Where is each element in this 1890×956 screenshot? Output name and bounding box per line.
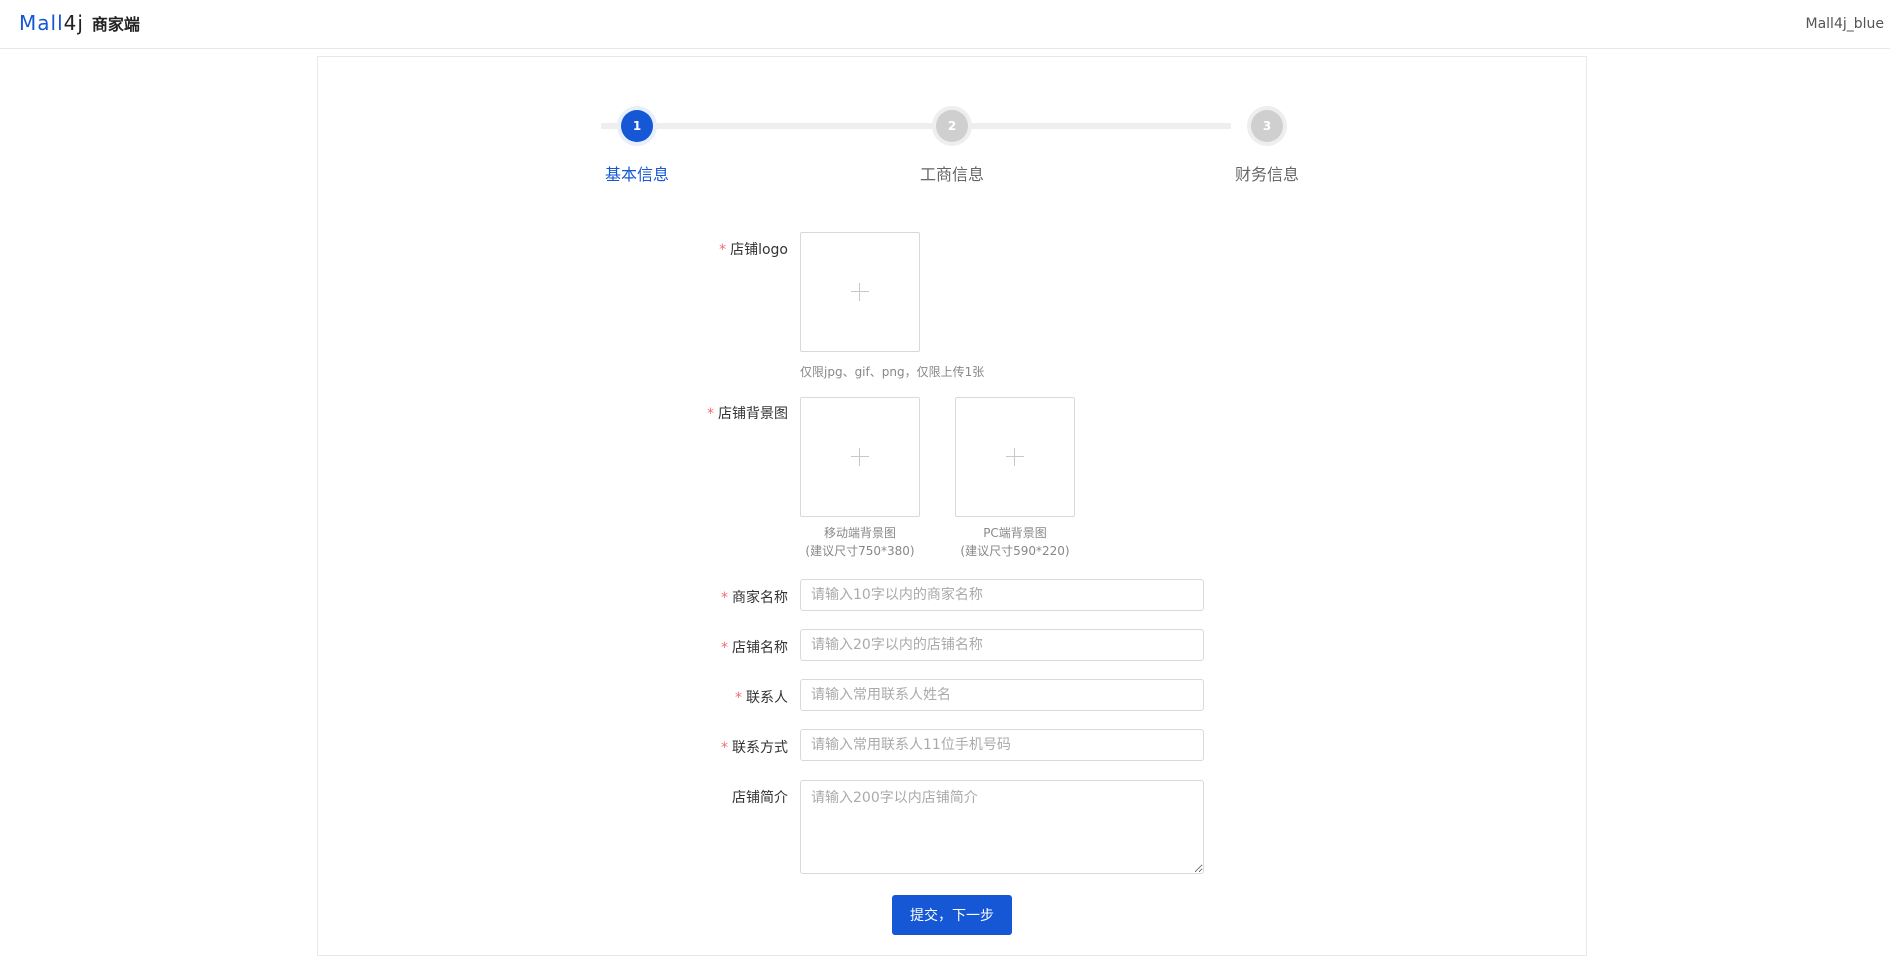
- contact-label: * 联系人: [735, 690, 788, 706]
- plus-icon: [1006, 448, 1024, 466]
- required-mark: *: [719, 242, 727, 258]
- step-1-circle: 1: [621, 110, 653, 142]
- shop-logo-label: * 店铺logo: [719, 242, 788, 258]
- contact-input[interactable]: [800, 679, 1204, 711]
- plus-icon: [851, 448, 869, 466]
- pc-background-uploader[interactable]: [955, 397, 1075, 517]
- merchant-name-input[interactable]: [800, 579, 1204, 611]
- required-mark: *: [735, 690, 742, 706]
- user-name[interactable]: Mall4j_blue: [1806, 16, 1885, 32]
- shop-logo-uploader[interactable]: [800, 232, 920, 352]
- step-2-label: 工商信息: [919, 165, 984, 184]
- brand-logo[interactable]: Mall4j 商家端: [19, 11, 140, 35]
- logo-wordmark: Mall4j: [19, 11, 84, 35]
- shop-intro-label: 店铺简介: [732, 790, 788, 806]
- step-1-label: 基本信息: [604, 165, 669, 184]
- required-mark: *: [721, 640, 728, 656]
- required-mark: *: [721, 740, 728, 756]
- merchant-name-label: * 商家名称: [721, 590, 788, 606]
- step-3-label: 财务信息: [1234, 165, 1299, 184]
- mobile-background-uploader[interactable]: [800, 397, 920, 517]
- logo-subtitle: 商家端: [91, 15, 140, 34]
- shop-name-label: * 店铺名称: [721, 640, 788, 656]
- plus-icon: [851, 283, 869, 301]
- step-2-circle: 2: [936, 110, 968, 142]
- shop-name-input[interactable]: [800, 629, 1204, 661]
- required-mark: *: [721, 590, 728, 606]
- shop-intro-textarea[interactable]: [800, 780, 1204, 874]
- shop-logo-hint: 仅限jpg、gif、png，仅限上传1张: [800, 365, 985, 379]
- submit-next-button[interactable]: 提交，下一步: [892, 895, 1012, 935]
- pc-background-caption: PC端背景图 (建议尺寸590*220): [960, 526, 1070, 558]
- required-mark: *: [707, 406, 714, 422]
- registration-card: 1 2 3 基本信息 工商信息 财务信息 * 店铺logo 仅限jpg、gif、p…: [317, 56, 1587, 956]
- top-navbar: Mall4j 商家端 Mall4j_blue: [0, 0, 1890, 49]
- phone-label: * 联系方式: [721, 740, 788, 756]
- shop-background-label: * 店铺背景图: [707, 406, 788, 422]
- step-indicator: 1 2 3 基本信息 工商信息 财务信息: [318, 57, 1588, 197]
- phone-input[interactable]: [800, 729, 1204, 761]
- step-3-circle: 3: [1251, 110, 1283, 142]
- mobile-background-caption: 移动端背景图 (建议尺寸750*380): [805, 526, 915, 558]
